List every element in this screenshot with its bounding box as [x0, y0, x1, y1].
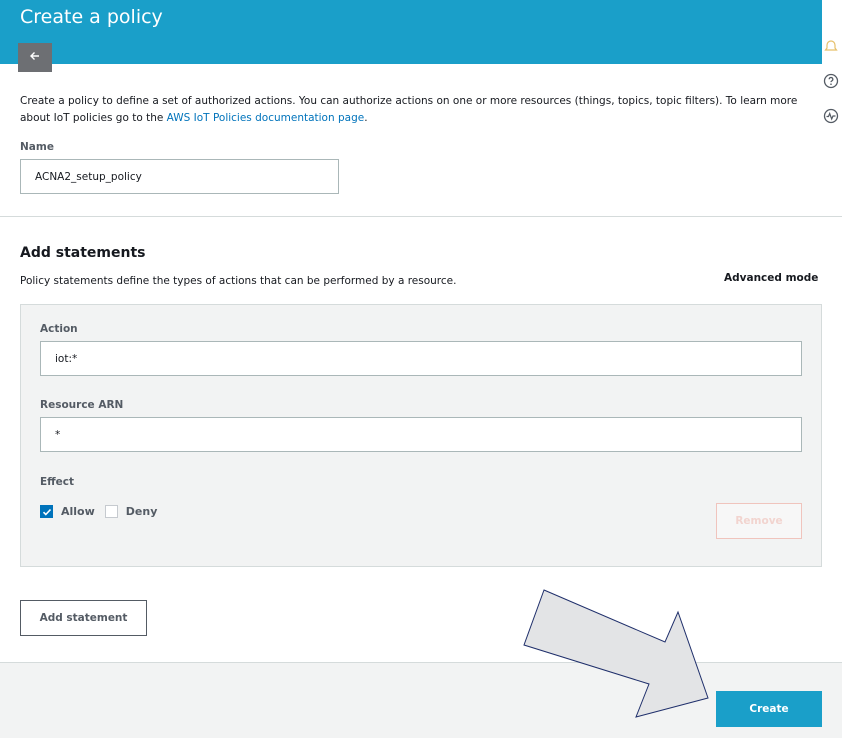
resource-arn-input[interactable]: *: [40, 417, 802, 452]
deny-checkbox[interactable]: [104, 505, 118, 518]
create-button[interactable]: Create: [716, 691, 822, 727]
help-icon[interactable]: [822, 72, 840, 90]
advanced-mode-link[interactable]: Advanced mode: [724, 272, 818, 284]
remove-statement-button[interactable]: Remove: [716, 503, 802, 539]
effect-label: Effect: [40, 476, 75, 488]
page-title: Create a policy: [20, 6, 163, 28]
back-button[interactable]: [18, 43, 52, 72]
allow-checkbox[interactable]: [40, 505, 53, 518]
checkmark-icon: [42, 508, 51, 516]
arrow-left-icon: [29, 50, 41, 66]
name-input-value: ACNA2_setup_policy: [35, 170, 142, 183]
add-statement-button[interactable]: Add statement: [20, 600, 147, 636]
action-input-value: iot:*: [55, 352, 78, 365]
name-label: Name: [20, 141, 54, 153]
notification-bell-icon[interactable]: [822, 38, 840, 56]
allow-label: Allow: [61, 505, 95, 518]
page-header: Create a policy: [0, 0, 822, 72]
action-label: Action: [40, 323, 78, 335]
intro-suffix: .: [364, 112, 368, 124]
action-input[interactable]: iot:*: [40, 341, 802, 376]
resource-arn-input-value: *: [55, 428, 61, 441]
create-policy-page: Create a policy Create a policy to defin…: [0, 0, 842, 738]
resource-arn-label: Resource ARN: [40, 399, 124, 411]
iot-policies-doc-link[interactable]: AWS IoT Policies documentation page: [167, 112, 365, 124]
statements-description: Policy statements define the types of ac…: [20, 275, 457, 287]
activity-icon[interactable]: [822, 107, 840, 125]
deny-label: Deny: [125, 505, 158, 518]
section-divider: [0, 216, 842, 217]
add-statements-title: Add statements: [20, 245, 146, 261]
intro-text: Create a policy to define a set of autho…: [20, 93, 810, 127]
name-input[interactable]: ACNA2_setup_policy: [20, 159, 339, 194]
intro-body: Create a policy to define a set of autho…: [20, 95, 798, 124]
effect-options: Allow Deny: [40, 505, 157, 518]
